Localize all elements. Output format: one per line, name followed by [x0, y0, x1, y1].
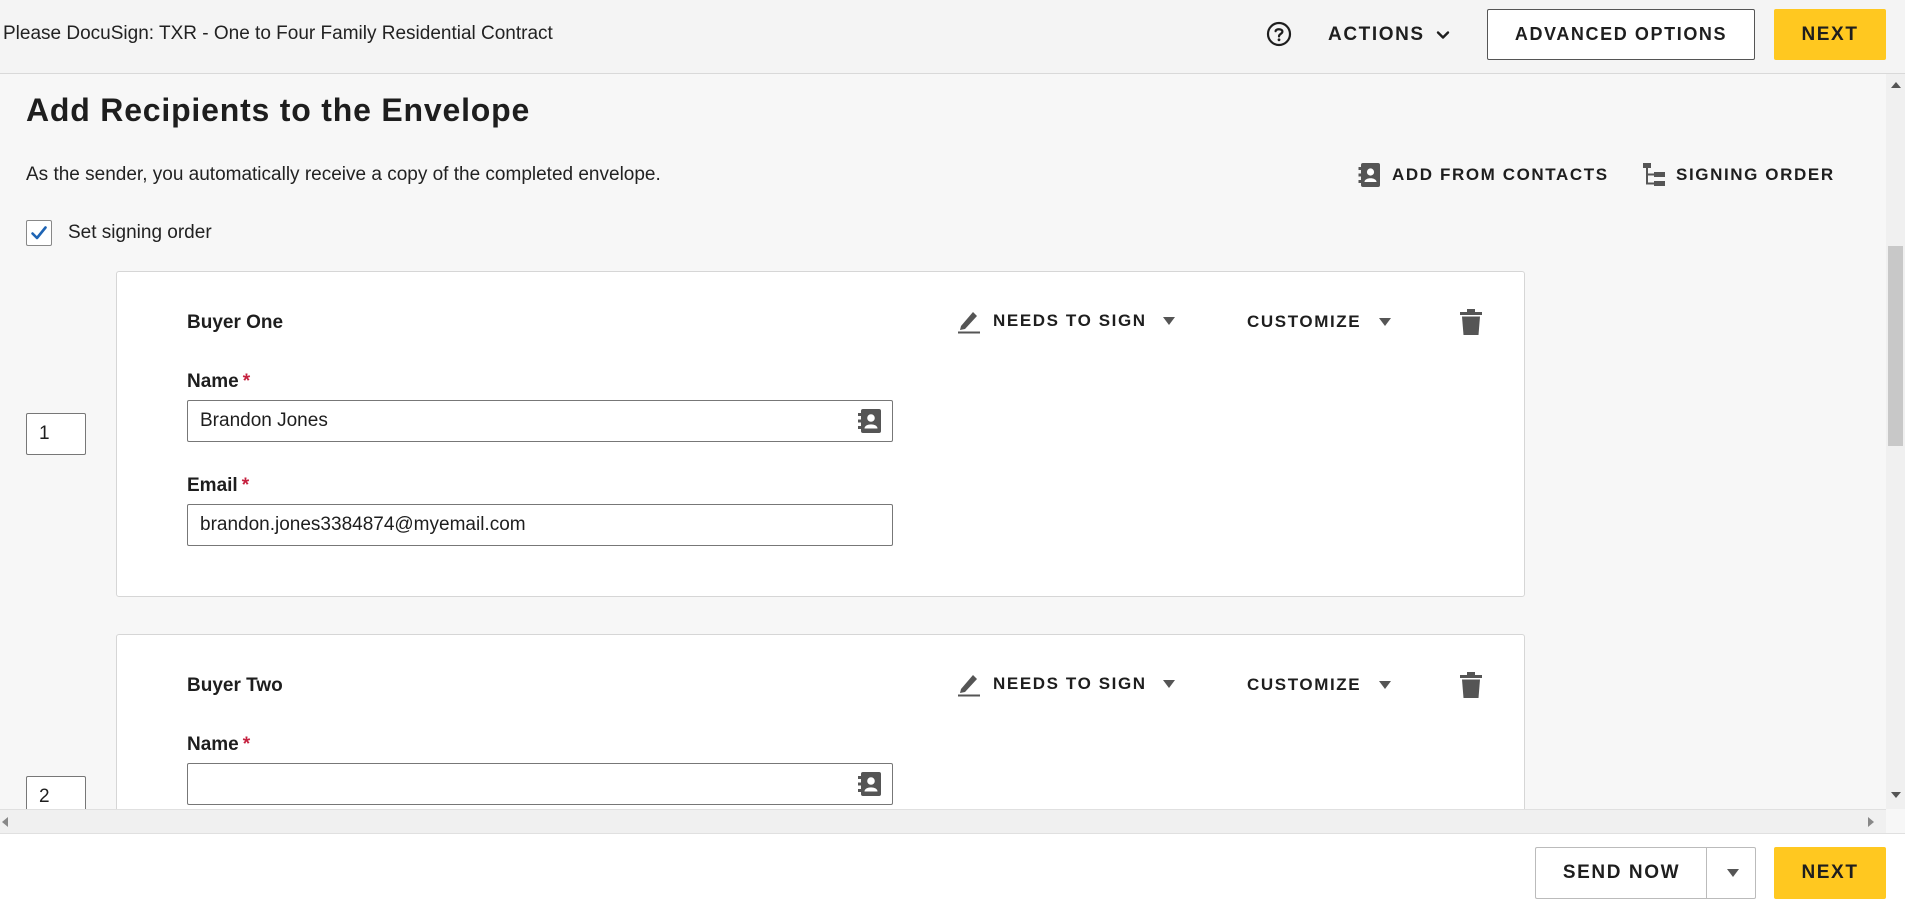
signing-order-icon: [1643, 163, 1665, 186]
name-field-label: Name *: [187, 371, 250, 393]
trash-icon[interactable]: [1459, 308, 1483, 336]
customize-dropdown[interactable]: CUSTOMIZE: [1247, 312, 1392, 332]
recipient-name-input[interactable]: [187, 763, 893, 805]
recipient-action-label: NEEDS TO SIGN: [993, 311, 1147, 330]
recipient-action-dropdown[interactable]: NEEDS TO SIGN: [957, 308, 1175, 334]
checkbox-box[interactable]: [26, 220, 52, 246]
signing-order-button[interactable]: SIGNING ORDER: [1642, 162, 1835, 188]
recipient-action-label: NEEDS TO SIGN: [993, 674, 1147, 693]
actions-menu[interactable]: ACTIONS: [1328, 22, 1451, 48]
scroll-right-arrow-icon[interactable]: [1868, 817, 1874, 827]
name-label-text: Name: [187, 371, 239, 392]
recipients-panel: Add Recipients to the Envelope As the se…: [0, 74, 1886, 809]
caret-down-icon: [1162, 317, 1175, 325]
required-asterisk: *: [241, 475, 250, 496]
recipient-card: Buyer One NEEDS TO SIGN CUSTOMIZE Name*: [116, 271, 1525, 597]
recipient-action-dropdown[interactable]: NEEDS TO SIGN: [957, 671, 1175, 697]
recipient-role-name: Buyer One: [187, 312, 284, 333]
send-now-button[interactable]: SEND NOW: [1535, 847, 1707, 899]
scroll-down-arrow-icon[interactable]: [1891, 792, 1901, 798]
vertical-scrollbar[interactable]: [1886, 74, 1905, 809]
scrollbar-thumb[interactable]: [1888, 246, 1903, 446]
caret-down-icon: [1379, 318, 1392, 326]
caret-down-icon: [1162, 680, 1175, 688]
next-button-bottom[interactable]: NEXT: [1774, 847, 1886, 899]
document-title: Please DocuSign: TXR - One to Four Famil…: [3, 23, 553, 44]
next-button-top[interactable]: NEXT: [1774, 9, 1886, 60]
email-field-label: Email *: [187, 475, 249, 497]
page-title: Add Recipients to the Envelope: [26, 92, 531, 128]
name-field-label: Name *: [187, 734, 250, 756]
sender-note: As the sender, you automatically receive…: [26, 164, 661, 185]
top-header: Please DocuSign: TXR - One to Four Famil…: [0, 0, 1905, 74]
customize-label: CUSTOMIZE: [1247, 675, 1362, 694]
recipient-role-name: Buyer Two: [187, 675, 283, 696]
customize-label: CUSTOMIZE: [1247, 312, 1362, 331]
recipient-name-input[interactable]: [187, 400, 893, 442]
add-from-contacts-button[interactable]: ADD FROM CONTACTS: [1358, 162, 1609, 188]
contact-book-icon[interactable]: [857, 771, 883, 797]
routing-order-input[interactable]: 1: [26, 413, 86, 455]
chevron-down-icon: [1436, 31, 1449, 39]
scroll-left-arrow-icon[interactable]: [2, 817, 8, 827]
horizontal-scrollbar[interactable]: [0, 809, 1886, 833]
recipient-card: Buyer Two NEEDS TO SIGN CUSTOMIZE Name *: [116, 634, 1525, 809]
checkmark-icon: [31, 226, 47, 240]
recipient-email-input[interactable]: [187, 504, 893, 546]
add-from-contacts-label: ADD FROM CONTACTS: [1392, 165, 1609, 184]
name-label-text: Name: [187, 734, 239, 755]
caret-down-icon: [1379, 681, 1392, 689]
contact-book-icon: [1358, 163, 1380, 187]
scroll-up-arrow-icon[interactable]: [1891, 82, 1901, 88]
trash-icon[interactable]: [1459, 671, 1483, 699]
pen-icon: [958, 675, 980, 697]
required-asterisk: *: [242, 371, 251, 392]
signing-order-label: SIGNING ORDER: [1676, 165, 1835, 184]
set-signing-order-checkbox[interactable]: Set signing order: [26, 220, 212, 246]
question-circle-icon[interactable]: [1266, 21, 1292, 47]
set-signing-order-label: Set signing order: [68, 222, 212, 243]
advanced-options-button[interactable]: ADVANCED OPTIONS: [1487, 9, 1755, 60]
email-label-text: Email: [187, 475, 238, 496]
pen-icon: [958, 312, 980, 334]
required-asterisk: *: [242, 734, 251, 755]
actions-label: ACTIONS: [1328, 24, 1425, 45]
customize-dropdown[interactable]: CUSTOMIZE: [1247, 675, 1392, 695]
footer-bar: SEND NOW NEXT: [0, 833, 1905, 900]
contact-book-icon[interactable]: [857, 408, 883, 434]
routing-order-input[interactable]: 2: [26, 776, 86, 809]
send-options-dropdown[interactable]: [1706, 847, 1756, 899]
caret-down-icon: [1727, 869, 1739, 877]
